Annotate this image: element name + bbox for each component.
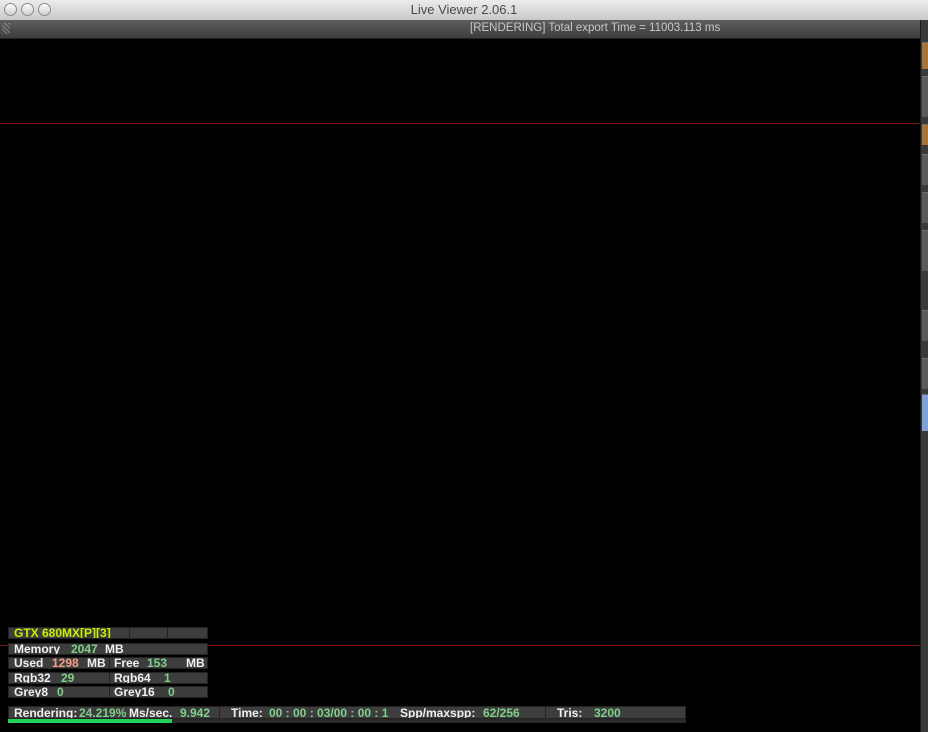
rgb32-label: Rgb32 xyxy=(14,672,51,684)
free-value: 153 xyxy=(147,657,168,669)
divider xyxy=(219,707,220,718)
gpu-name-row: GTX 680MX[P][3] xyxy=(8,627,208,639)
used-unit: MB xyxy=(87,657,106,669)
free-label: Free xyxy=(114,657,140,669)
toolbar-button-6[interactable] xyxy=(922,230,928,271)
memory-unit: MB xyxy=(105,643,124,655)
grey8-value: 0 xyxy=(57,686,64,698)
mssec-value: 9.942 xyxy=(180,706,211,719)
toolbar-button-2[interactable] xyxy=(922,76,928,117)
toolbar-button-9[interactable] xyxy=(922,394,928,431)
used-free-row: Used 1298 MB Free 153 MB xyxy=(8,657,208,669)
status-bar: [RENDERING] Total export Time = 11003.11… xyxy=(0,20,920,39)
free-unit: MB xyxy=(186,657,205,669)
divider xyxy=(545,707,546,718)
divider xyxy=(167,628,168,638)
divider xyxy=(109,658,110,668)
render-progress-fill xyxy=(8,719,173,723)
top-guide-line xyxy=(0,123,920,124)
used-label: Used xyxy=(14,657,44,669)
render-stats-row: Rendering: 24.219% Ms/sec. 9.942 Time: 0… xyxy=(8,706,686,719)
rgb64-label: Rgb64 xyxy=(114,672,151,684)
right-toolbar xyxy=(920,20,928,732)
grey16-label: Grey16 xyxy=(114,686,155,698)
rendering-percent: 24.219% xyxy=(79,706,127,719)
toolbar-button-5[interactable] xyxy=(922,192,928,223)
grey8-label: Grey8 xyxy=(14,686,49,698)
divider xyxy=(109,687,110,697)
spp-value: 62/256 xyxy=(483,706,520,719)
status-text: [RENDERING] Total export Time = 11003.11… xyxy=(470,22,721,34)
divider xyxy=(129,628,130,638)
time-label: Time: xyxy=(231,706,263,719)
toolbar-button-4[interactable] xyxy=(922,154,928,185)
toolbar-button-3[interactable] xyxy=(922,124,928,145)
memory-value: 2047 xyxy=(71,643,98,655)
gpu-name: GTX 680MX[P][3] xyxy=(14,627,111,639)
memory-label: Memory xyxy=(14,643,61,655)
memory-row: Memory 2047 MB xyxy=(8,643,208,655)
spp-label: Spp/maxspp: xyxy=(400,706,476,719)
rendering-label: Rendering: xyxy=(14,706,78,719)
used-value: 1298 xyxy=(52,657,79,669)
toolbar-button-7[interactable] xyxy=(922,310,928,341)
render-progress-bar xyxy=(8,719,686,723)
window-title: Live Viewer 2.06.1 xyxy=(410,2,518,17)
toolbar-button-8[interactable] xyxy=(922,358,928,389)
mssec-label: Ms/sec. xyxy=(129,706,173,719)
rgb32-value: 29 xyxy=(61,672,75,684)
rgb-row: Rgb32 29 Rgb64 1 xyxy=(8,672,208,684)
tris-value: 3200 xyxy=(594,706,621,719)
divider xyxy=(109,673,110,683)
time-value: 00 : 00 : 03/00 : 00 : 1 xyxy=(269,707,389,718)
resize-grip-icon[interactable] xyxy=(2,23,10,34)
rgb64-value: 1 xyxy=(164,672,171,684)
toolbar-button-1[interactable] xyxy=(922,42,928,69)
tris-label: Tris: xyxy=(557,706,583,719)
grey-row: Grey8 0 Grey16 0 xyxy=(8,686,208,698)
window-titlebar[interactable]: Live Viewer 2.06.1 xyxy=(0,0,928,21)
grey16-value: 0 xyxy=(168,686,175,698)
